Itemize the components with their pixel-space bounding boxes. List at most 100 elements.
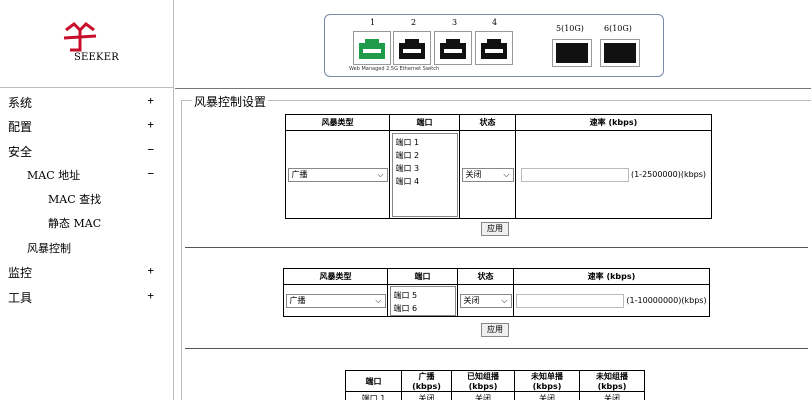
col-header-rate: 速率 (kbps) xyxy=(515,114,712,131)
col-header-rate: 速率 (kbps) xyxy=(513,268,710,285)
status-cell: 关闭 xyxy=(401,391,452,400)
page-title: 风暴控制设置 xyxy=(192,93,269,110)
nav-config[interactable]: 配置 + xyxy=(0,115,174,137)
sidebar: SEEKER 系统 + 配置 + 安全 − MAC 地址 − MAC 查找 静态… xyxy=(0,0,174,400)
nav-label: 静态 MAC xyxy=(48,217,102,230)
col-header-type: 风暴类型 xyxy=(285,114,390,131)
header: 1 2 3 4 5(10G) 6(10G) Web Managed 2.5G E… xyxy=(175,0,811,89)
nav-storm-control[interactable]: 风暴控制 xyxy=(0,237,174,259)
col-header-port: 端口 xyxy=(387,268,458,285)
sfp-port-6[interactable] xyxy=(600,39,640,67)
port-number: 1 xyxy=(370,18,376,27)
port-number: 4 xyxy=(492,18,498,27)
storm-status-table: 端口 广播 (kbps) 已知组播 (kbps) 未知单播 (kbps) 未知组… xyxy=(345,370,645,400)
status-col-header: 端口 xyxy=(345,370,402,392)
expand-icon[interactable]: + xyxy=(147,289,154,302)
list-item[interactable]: 端口 2 xyxy=(396,149,454,162)
nav-label: 系统 xyxy=(8,96,33,110)
logo-mark-icon xyxy=(63,22,97,52)
status-col-header: 已知组播 (kbps) xyxy=(451,370,515,392)
port-4[interactable] xyxy=(475,31,513,65)
nav-mac-lookup[interactable]: MAC 查找 xyxy=(0,188,174,210)
type-cell: 广播 ⌵ xyxy=(283,284,388,317)
rj45-port-icon xyxy=(399,39,425,59)
sfp-slot-icon xyxy=(556,43,588,63)
main-content: 风暴控制设置 风暴类型 端口 状态 速率 (kbps) 广播 ⌵ 端口 1 端口… xyxy=(175,90,811,400)
expand-icon[interactable]: + xyxy=(147,264,154,277)
list-item[interactable]: 端口 3 xyxy=(396,162,454,175)
port-listbox[interactable]: 端口 5 端口 6 xyxy=(389,285,456,316)
nav-label: 风暴控制 xyxy=(27,242,71,255)
state-select[interactable]: 关闭 ⌵ xyxy=(459,293,512,308)
storm-type-select[interactable]: 广播 ⌵ xyxy=(287,167,388,182)
nav-label: 工具 xyxy=(8,291,33,305)
storm-config-table-1: 风暴类型 端口 状态 速率 (kbps) 广播 ⌵ 端口 1 端口 2 端口 3 xyxy=(285,114,712,219)
logo-text: SEEKER xyxy=(74,52,119,63)
port-2[interactable] xyxy=(393,31,431,65)
storm-control-fieldset: 风暴控制设置 风暴类型 端口 状态 速率 (kbps) 广播 ⌵ 端口 1 端口… xyxy=(181,93,811,400)
device-panel: 1 2 3 4 5(10G) 6(10G) Web Managed 2.5G E… xyxy=(324,14,664,77)
rate-input[interactable] xyxy=(520,167,629,182)
port-number: 3 xyxy=(452,18,458,27)
nav-label: MAC 查找 xyxy=(48,193,102,206)
rate-hint: (1-10000000)(kbps) xyxy=(626,296,707,305)
list-item[interactable]: 端口 4 xyxy=(396,175,454,188)
sfp-port-5[interactable] xyxy=(552,39,592,67)
expand-icon[interactable]: + xyxy=(147,118,154,131)
rate-input[interactable] xyxy=(516,293,625,308)
sfp-port-number: 6(10G) xyxy=(604,24,632,33)
col-header-type: 风暴类型 xyxy=(283,268,388,285)
port-1[interactable] xyxy=(353,31,391,65)
port-3[interactable] xyxy=(434,31,472,65)
nav-label: 监控 xyxy=(8,266,33,280)
rate-hint: (1-2500000)(kbps) xyxy=(630,170,707,179)
state-cell: 关闭 ⌵ xyxy=(459,130,516,219)
port-cell: 端口 5 端口 6 xyxy=(387,284,458,317)
col-header-port: 端口 xyxy=(389,114,460,131)
nav-monitor[interactable]: 监控 + xyxy=(0,261,174,283)
rj45-port-icon xyxy=(481,39,507,59)
collapse-icon[interactable]: − xyxy=(147,143,154,156)
status-col-header: 广播 (kbps) xyxy=(401,370,452,392)
type-cell: 广播 ⌵ xyxy=(285,130,390,219)
chevron-down-icon: ⌵ xyxy=(375,295,382,305)
state-select[interactable]: 关闭 ⌵ xyxy=(461,167,514,182)
status-cell: 关闭 xyxy=(514,391,580,400)
nav-system[interactable]: 系统 + xyxy=(0,91,174,113)
apply-button-1[interactable]: 应用 xyxy=(481,222,509,236)
apply-button-2[interactable]: 应用 xyxy=(481,323,509,337)
status-cell: 端口 1 xyxy=(345,391,402,400)
state-cell: 关闭 ⌵ xyxy=(457,284,514,317)
section-divider xyxy=(185,247,808,248)
rj45-port-icon xyxy=(440,39,466,59)
list-item[interactable]: 端口 6 xyxy=(394,302,452,315)
panel-subtitle: Web Managed 2.5G Ethernet Switch xyxy=(349,66,440,72)
status-cell: 关闭 xyxy=(451,391,515,400)
sfp-slot-icon xyxy=(604,43,636,63)
rj45-port-icon xyxy=(359,39,385,59)
chevron-down-icon: ⌵ xyxy=(501,295,508,305)
rate-cell: (1-2500000)(kbps) xyxy=(515,130,712,219)
status-col-header: 未知单播 (kbps) xyxy=(514,370,580,392)
nav-mac-address[interactable]: MAC 地址 − xyxy=(0,164,174,186)
expand-icon[interactable]: + xyxy=(147,94,154,107)
storm-config-table-2: 风暴类型 端口 状态 速率 (kbps) 广播 ⌵ 端口 5 端口 6 关闭 ⌵… xyxy=(283,268,710,317)
col-header-state: 状态 xyxy=(459,114,516,131)
nav-label: 配置 xyxy=(8,120,33,134)
port-listbox[interactable]: 端口 1 端口 2 端口 3 端口 4 xyxy=(391,132,458,217)
list-item[interactable]: 端口 5 xyxy=(394,289,452,302)
collapse-icon[interactable]: − xyxy=(147,167,154,180)
select-value: 广播 xyxy=(289,295,306,305)
section-divider xyxy=(185,348,808,349)
storm-type-select[interactable]: 广播 ⌵ xyxy=(285,293,386,308)
sfp-port-number: 5(10G) xyxy=(556,24,584,33)
logo: SEEKER xyxy=(52,20,122,70)
sidebar-divider xyxy=(0,87,174,88)
chevron-down-icon: ⌵ xyxy=(377,169,384,179)
status-col-header: 未知组播 (kbps) xyxy=(579,370,645,392)
status-cell: 关闭 xyxy=(579,391,645,400)
nav-security[interactable]: 安全 − xyxy=(0,140,174,162)
list-item[interactable]: 端口 1 xyxy=(396,136,454,149)
nav-tools[interactable]: 工具 + xyxy=(0,286,174,308)
nav-static-mac[interactable]: 静态 MAC xyxy=(0,212,174,234)
